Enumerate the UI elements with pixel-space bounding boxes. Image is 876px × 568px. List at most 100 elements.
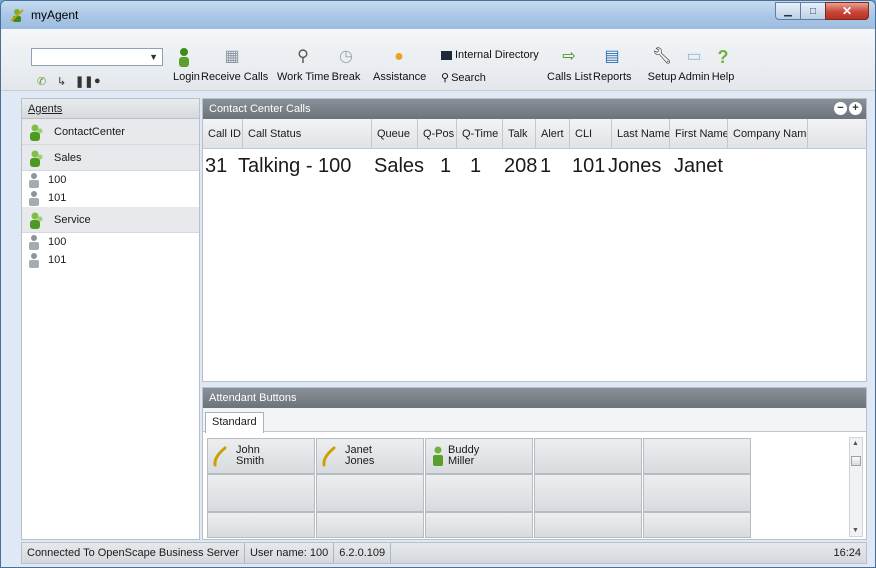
admin-button[interactable]: ▭ Admin bbox=[678, 47, 710, 87]
attendant-button[interactable] bbox=[534, 512, 642, 538]
wrench-icon: 🔧︎ bbox=[651, 48, 673, 65]
reports-button[interactable]: ▤ Reports bbox=[593, 47, 632, 87]
attendant-panel-header: Attendant Buttons bbox=[203, 388, 866, 408]
agent-extension: 101 bbox=[48, 254, 67, 266]
table-row[interactable]: 31 Talking - 100 Sales 1 1 208 1 101 Jones Janet bbox=[203, 149, 866, 183]
attendant-button[interactable]: Janet Jones bbox=[316, 438, 424, 474]
chevron-down-icon: ▼ bbox=[149, 52, 158, 62]
title-bar[interactable]: myAgent ▁ □ ✕ bbox=[1, 1, 875, 29]
agent-login-icon bbox=[179, 48, 189, 67]
status-spacer bbox=[391, 543, 828, 563]
clock-icon: ◷ bbox=[339, 48, 353, 65]
agent-icon bbox=[29, 253, 39, 268]
attendant-button[interactable] bbox=[316, 512, 424, 538]
agent-item[interactable]: 100 bbox=[22, 171, 199, 189]
call-cli-cell: 101 bbox=[572, 155, 606, 177]
agent-group[interactable]: ContactCenter bbox=[22, 119, 199, 145]
search-icon: ⚲ bbox=[441, 72, 450, 84]
agent-icon bbox=[29, 235, 39, 250]
agent-icon bbox=[29, 191, 39, 206]
column-header[interactable]: Last Name bbox=[612, 119, 670, 148]
attendant-button[interactable] bbox=[425, 474, 533, 512]
work-time-button[interactable]: ⚲ Work Time bbox=[277, 47, 329, 87]
column-header[interactable]: Call Status bbox=[243, 119, 372, 148]
minimize-icon: ▁ bbox=[784, 5, 792, 17]
attendant-button[interactable]: Buddy Miller bbox=[425, 438, 533, 474]
answer-call-icon[interactable]: ✆ bbox=[37, 75, 46, 88]
column-header[interactable]: Talk bbox=[503, 119, 536, 148]
calls-list-button[interactable]: ⇨ Calls List bbox=[547, 47, 592, 87]
transfer-icon[interactable]: ↳ bbox=[57, 75, 66, 88]
scroll-up-icon[interactable]: ▲ bbox=[852, 440, 859, 447]
attendant-button[interactable] bbox=[534, 474, 642, 512]
close-icon: ✕ bbox=[841, 4, 853, 18]
break-button[interactable]: ◷ Break bbox=[331, 47, 361, 87]
assistance-button[interactable]: ● Assistance bbox=[373, 47, 426, 87]
contact-center-calls-panel: Contact Center Calls − + Call ID Call Sta… bbox=[202, 98, 867, 382]
agent-group-name: Sales bbox=[54, 151, 82, 164]
help-icon: ? bbox=[717, 47, 729, 67]
attendant-last-name: Miller bbox=[448, 455, 475, 467]
attendant-button[interactable] bbox=[207, 474, 315, 512]
agents-header[interactable]: Agents bbox=[22, 99, 199, 119]
attendant-button[interactable] bbox=[316, 474, 424, 512]
toolbar: ▼ ✆ ↳ ❚❚ ● Login ▦ Receive Calls ⚲ Work … bbox=[1, 29, 875, 91]
column-header[interactable]: Alert bbox=[536, 119, 570, 148]
attendant-name: John Smith bbox=[236, 445, 264, 467]
agent-item[interactable]: 101 bbox=[22, 251, 199, 269]
attendant-button[interactable] bbox=[207, 512, 315, 538]
column-header[interactable]: Company Name bbox=[728, 119, 808, 148]
search-button[interactable]: ⚲ Search bbox=[441, 71, 486, 84]
call-call-id-cell: 31 bbox=[205, 155, 228, 177]
record-icon[interactable]: ● bbox=[94, 75, 101, 87]
version-status: 6.2.0.109 bbox=[334, 543, 392, 563]
scroll-thumb[interactable] bbox=[851, 456, 861, 466]
column-header[interactable]: Q-Time bbox=[457, 119, 503, 148]
column-header[interactable]: Q-Pos bbox=[418, 119, 457, 148]
attendant-button[interactable] bbox=[643, 438, 751, 474]
magnifier-icon: ⚲ bbox=[297, 48, 309, 65]
status-bar: Connected To OpenScape Business Server U… bbox=[21, 542, 867, 564]
attendant-button[interactable] bbox=[425, 512, 533, 538]
column-header[interactable]: Queue bbox=[372, 119, 418, 148]
agent-group[interactable]: Service bbox=[22, 207, 199, 233]
login-button[interactable]: Login bbox=[173, 47, 200, 87]
agent-group-name: Service bbox=[54, 213, 91, 226]
attendant-button[interactable]: John Smith bbox=[207, 438, 315, 474]
attendant-last-name: Jones bbox=[345, 455, 375, 467]
queue-select[interactable]: ▼ bbox=[31, 48, 163, 66]
maximize-icon: □ bbox=[809, 5, 817, 17]
attendant-button[interactable] bbox=[534, 438, 642, 474]
column-header[interactable]: First Name bbox=[670, 119, 728, 148]
setup-button[interactable]: 🔧︎ Setup bbox=[646, 47, 678, 87]
hold-icon[interactable]: ❚❚ bbox=[75, 75, 93, 88]
call-alert-cell: 1 bbox=[540, 155, 552, 177]
calls-list-icon: ⇨ bbox=[562, 48, 576, 65]
agent-group[interactable]: Sales bbox=[22, 145, 199, 171]
zoom-in-icon[interactable]: + bbox=[849, 102, 862, 115]
call-q-pos-cell: 1 bbox=[440, 155, 452, 177]
zoom-out-icon[interactable]: − bbox=[834, 102, 847, 115]
column-header[interactable]: CLI bbox=[570, 119, 612, 148]
minimize-button[interactable]: ▁ bbox=[775, 2, 801, 20]
help-button[interactable]: ? Help bbox=[711, 47, 735, 87]
agent-item[interactable]: 101 bbox=[22, 189, 199, 207]
column-header[interactable]: Call ID bbox=[203, 119, 243, 148]
attendant-button[interactable] bbox=[643, 474, 751, 512]
agent-extension: 101 bbox=[48, 192, 67, 204]
attendant-scrollbar[interactable]: ▲ ▼ bbox=[849, 437, 863, 537]
tab-standard[interactable]: Standard bbox=[205, 412, 264, 433]
user-name-status: User name: 100 bbox=[245, 543, 335, 563]
internal-directory-button[interactable]: Internal Directory bbox=[441, 49, 539, 61]
call-last-name-cell: Jones bbox=[608, 155, 662, 177]
scroll-down-icon[interactable]: ▼ bbox=[852, 527, 859, 534]
receive-calls-button[interactable]: ▦ Receive Calls bbox=[201, 47, 268, 87]
agents-panel: Agents ContactCenter Sales 100 101 Service 10… bbox=[21, 98, 200, 540]
close-button[interactable]: ✕ bbox=[825, 2, 869, 20]
attendant-button[interactable] bbox=[643, 512, 751, 538]
maximize-button[interactable]: □ bbox=[800, 2, 826, 20]
agent-item[interactable]: 100 bbox=[22, 233, 199, 251]
app-window: myAgent ▁ □ ✕ ▼ ✆ ↳ ❚❚ ● Login ▦ Receive… bbox=[0, 0, 876, 568]
alarm-clock-icon: ● bbox=[394, 48, 404, 65]
call-first-name-cell: Janet bbox=[674, 155, 723, 177]
